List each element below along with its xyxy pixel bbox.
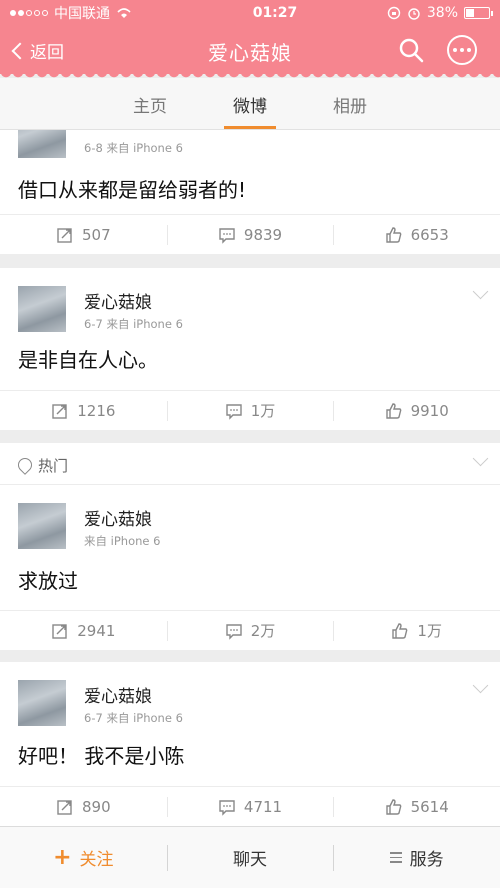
tab-weibo[interactable]: 微博 <box>224 78 276 129</box>
comment-button[interactable]: 4711 <box>166 787 334 826</box>
post-actions: 2941 2万 1万 <box>0 610 500 650</box>
nav-bar: 返回 爱心菇娘 <box>0 26 500 74</box>
hot-section-label: 热门 <box>0 443 500 485</box>
comment-count: 2万 <box>250 622 276 640</box>
post-meta: 6-7 来自 iPhone 6 <box>84 711 183 725</box>
alarm-icon <box>408 8 420 20</box>
like-count: 1万 <box>417 622 442 640</box>
service-label: 服务 <box>409 850 444 870</box>
like-icon <box>392 622 408 639</box>
like-button[interactable]: 5614 <box>333 787 500 826</box>
comment-icon <box>219 799 235 816</box>
hot-label-text: 热门 <box>38 457 69 475</box>
repost-button[interactable]: 2941 <box>0 611 167 650</box>
like-button[interactable]: 9910 <box>333 391 500 430</box>
comment-button[interactable]: 1万 <box>166 391 334 430</box>
comment-count: 4711 <box>243 797 283 816</box>
service-button[interactable]: 服务 <box>333 827 500 888</box>
repost-count: 2941 <box>77 621 116 640</box>
post-username[interactable]: 爱心菇娘 <box>84 505 152 530</box>
repost-icon <box>52 403 67 419</box>
post-feed[interactable]: 6-8 来自 iPhone 6 借口从来都是留给弱者的! 507 9839 66… <box>0 130 500 826</box>
signal-icon <box>10 10 48 16</box>
battery-icon <box>464 7 493 19</box>
avatar[interactable] <box>18 680 66 726</box>
carrier-label: 中国联通 <box>54 6 110 22</box>
repost-count: 1216 <box>77 401 116 420</box>
status-time: 01:27 <box>252 5 298 21</box>
bottom-action-bar: + 关注 聊天 服务 <box>0 826 500 888</box>
post-actions: 1216 1万 9910 <box>0 390 500 430</box>
repost-button[interactable]: 890 <box>0 787 167 826</box>
post-actions-row: 507 9839 6653 <box>0 214 500 254</box>
search-icon[interactable] <box>398 37 424 63</box>
like-icon <box>385 798 401 815</box>
post-username[interactable]: 爱心菇娘 <box>84 682 152 707</box>
location-pin-icon <box>15 455 35 475</box>
avatar[interactable] <box>18 503 66 549</box>
status-bar: 中国联通 01:27 38% <box>0 0 500 26</box>
chat-button[interactable]: 聊天 <box>166 827 334 888</box>
post-actions: 507 9839 6653 <box>0 214 500 254</box>
like-count: 9910 <box>410 401 449 420</box>
profile-tabs: 主页 微博 相册 <box>0 78 500 130</box>
chevron-down-icon[interactable] <box>472 450 489 467</box>
comment-button[interactable]: 2万 <box>166 611 334 650</box>
page-title: 爱心菇娘 <box>208 41 292 65</box>
post-text: 好吧！ 我不是小陈 <box>18 744 185 768</box>
post-text: 借口从来都是留给弱者的! <box>18 178 247 202</box>
avatar[interactable] <box>18 286 66 332</box>
comment-icon <box>226 623 242 640</box>
lock-rotation-icon <box>387 6 401 20</box>
avatar[interactable] <box>18 130 66 158</box>
repost-count: 890 <box>82 797 111 816</box>
like-icon <box>385 402 401 419</box>
tab-home[interactable]: 主页 <box>124 78 176 129</box>
post-meta: 6-8 来自 iPhone 6 <box>84 141 183 155</box>
repost-icon <box>57 799 72 815</box>
comment-icon <box>226 403 242 420</box>
battery-percent: 38% <box>426 5 458 21</box>
menu-icon <box>389 852 402 863</box>
comment-button[interactable]: 9839 <box>166 215 334 254</box>
tab-album[interactable]: 相册 <box>324 78 376 129</box>
follow-button[interactable]: + 关注 <box>0 827 167 888</box>
like-count: 6653 <box>410 225 449 244</box>
post-card[interactable]: 爱心菇娘 来自 iPhone 6 求放过 2941 2万 1万 <box>0 485 500 650</box>
post-text: 是非自在人心。 <box>18 348 158 372</box>
comment-count: 9839 <box>243 225 283 244</box>
repost-icon <box>52 623 67 639</box>
like-count: 5614 <box>410 797 449 816</box>
chat-label: 聊天 <box>233 850 267 870</box>
repost-count: 507 <box>82 225 111 244</box>
comment-icon <box>219 227 235 244</box>
repost-button[interactable]: 1216 <box>0 391 167 430</box>
like-button[interactable]: 6653 <box>333 215 500 254</box>
repost-icon <box>57 227 72 243</box>
like-button[interactable]: 1万 <box>333 611 500 650</box>
comment-count: 1万 <box>250 402 276 420</box>
follow-label: 关注 <box>79 850 114 870</box>
post-username[interactable]: 爱心菇娘 <box>84 288 152 313</box>
plus-icon: + <box>53 845 72 870</box>
post-meta: 来自 iPhone 6 <box>84 534 161 548</box>
post-actions: 890 4711 5614 <box>0 786 500 826</box>
post-card[interactable]: 爱心菇娘 6-7 来自 iPhone 6 好吧！ 我不是小陈 890 4711 … <box>0 662 500 826</box>
chevron-down-icon[interactable] <box>472 283 489 300</box>
repost-button[interactable]: 507 <box>0 215 167 254</box>
post-text: 求放过 <box>18 569 78 593</box>
post-meta: 6-7 来自 iPhone 6 <box>84 317 183 331</box>
wifi-icon <box>117 8 131 18</box>
more-icon[interactable] <box>447 35 477 65</box>
post-card[interactable]: 爱心菇娘 6-7 来自 iPhone 6 是非自在人心。 1216 1万 991… <box>0 268 500 430</box>
chevron-down-icon[interactable] <box>472 677 489 694</box>
post-card[interactable]: 6-8 来自 iPhone 6 借口从来都是留给弱者的! <box>0 130 500 214</box>
like-icon <box>385 226 401 243</box>
